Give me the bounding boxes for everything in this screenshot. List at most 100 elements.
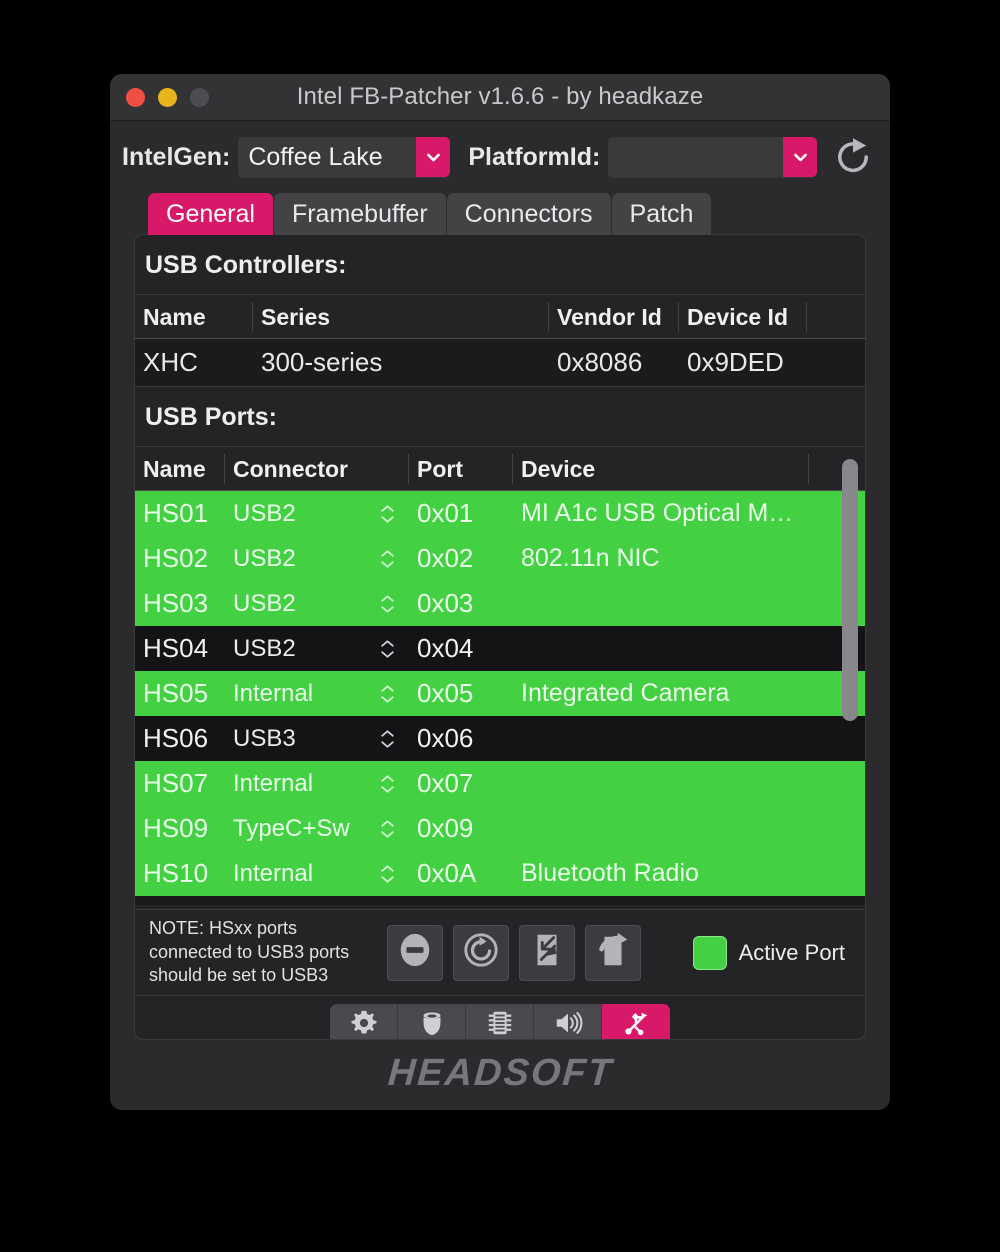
table-row[interactable]: HS09 TypeC+Sw 0x09 [135, 806, 865, 851]
table-row[interactable]: HS02 USB2 0x02 802.11n NIC [135, 536, 865, 581]
connector-stepper[interactable] [380, 774, 395, 794]
port-connector: USB2 [233, 544, 296, 572]
port-connector: USB2 [233, 634, 296, 662]
minus-circle-icon [396, 931, 434, 974]
column-header-device[interactable]: Device [513, 453, 809, 484]
ports-scrollbar[interactable] [839, 451, 861, 857]
connector-stepper[interactable] [380, 549, 395, 569]
ports-scrollbar-thumb[interactable] [842, 459, 858, 721]
column-header-name[interactable]: Name [135, 301, 253, 332]
active-port-legend: Active Port [692, 935, 845, 970]
column-header-spacer [807, 302, 865, 332]
usb-tab[interactable] [602, 1003, 670, 1039]
port-connector: USB2 [233, 499, 296, 527]
port-connector-cell[interactable]: USB3 [225, 725, 409, 753]
port-name: HS10 [143, 858, 209, 888]
table-row[interactable]: HS04 USB2 0x04 [135, 626, 865, 671]
import-button[interactable] [519, 924, 575, 981]
column-header-name[interactable]: Name [135, 453, 225, 484]
port-connector-cell[interactable]: Internal [225, 680, 409, 708]
connector-stepper[interactable] [380, 864, 395, 884]
table-row[interactable]: XHC 300-series 0x8086 0x9DED [135, 339, 865, 387]
port-address: 0x0A [417, 858, 477, 888]
port-connector-cell[interactable]: USB2 [225, 500, 409, 528]
export-button[interactable] [585, 924, 641, 981]
module-toolbar [135, 995, 865, 1039]
usb-icon [621, 1008, 651, 1039]
tab-patch[interactable]: Patch [611, 193, 712, 235]
port-name: HS04 [143, 633, 209, 663]
table-row[interactable]: HS07 Internal 0x07 [135, 761, 865, 806]
port-connector-cell[interactable]: USB2 [225, 635, 409, 663]
action-button-group [387, 924, 641, 981]
column-header-series[interactable]: Series [253, 301, 549, 332]
port-connector-cell[interactable]: USB2 [225, 590, 409, 618]
document-export-icon [594, 931, 632, 974]
usb-controllers-heading: USB Controllers: [135, 235, 865, 295]
port-address: 0x04 [417, 633, 474, 663]
usb-ports-header-row: Name Connector Port Device [135, 447, 865, 491]
intelgen-value[interactable]: Coffee Lake [238, 137, 417, 177]
port-connector-cell[interactable]: Internal [225, 860, 409, 888]
port-connector-cell[interactable]: Internal [225, 770, 409, 798]
window-title: Intel FB-Patcher v1.6.6 - by headkaze [296, 83, 704, 110]
port-device: Integrated Camera [521, 679, 730, 707]
column-header-device-id[interactable]: Device Id [679, 301, 807, 332]
package-tab[interactable] [398, 1003, 466, 1039]
platformid-value[interactable] [608, 137, 784, 177]
port-device: MI A1c USB Optical M… [521, 499, 794, 527]
port-connector: Internal [233, 859, 314, 887]
chevron-down-icon[interactable] [783, 137, 818, 177]
app-window: Intel FB-Patcher v1.6.6 - by headkaze In… [110, 74, 890, 1110]
connector-stepper[interactable] [380, 684, 395, 704]
column-header-vendor-id[interactable]: Vendor Id [549, 301, 679, 332]
refresh-icon[interactable] [831, 135, 875, 179]
memory-tab[interactable] [466, 1003, 534, 1039]
active-port-label: Active Port [738, 939, 845, 965]
chevron-down-icon[interactable] [416, 137, 451, 177]
port-connector-cell[interactable]: TypeC+Sw [225, 815, 409, 843]
intelgen-dropdown[interactable]: Coffee Lake [238, 137, 451, 177]
port-device: 802.11n NIC [521, 544, 660, 572]
usb-controllers-header-row: Name Series Vendor Id Device Id [135, 295, 865, 339]
chip-icon [485, 1008, 515, 1039]
table-row[interactable]: HS01 USB2 0x01 MI A1c USB Optical M… [135, 491, 865, 536]
connector-stepper[interactable] [380, 639, 395, 659]
document-import-icon [528, 931, 566, 974]
tab-connectors[interactable]: Connectors [446, 193, 612, 235]
port-name: HS03 [143, 588, 209, 618]
table-row[interactable]: HS03 USB2 0x03 [135, 581, 865, 626]
usb-ports-table: Name Connector Port Device HS01 USB2 0x01 M… [135, 447, 865, 905]
port-connector: USB3 [233, 724, 296, 752]
connector-stepper[interactable] [380, 729, 395, 749]
ports-note: NOTE: HSxx ports connected to USB3 ports… [149, 917, 350, 986]
disable-port-button[interactable] [387, 924, 443, 981]
connector-stepper[interactable] [380, 504, 395, 524]
table-row[interactable]: HS05 Internal 0x05 Integrated Camera [135, 671, 865, 716]
table-row[interactable]: HS06 USB3 0x06 [135, 716, 865, 761]
port-connector: Internal [233, 679, 314, 707]
reset-ports-button[interactable] [453, 924, 509, 981]
port-connector: Internal [233, 769, 314, 797]
audio-tab[interactable] [534, 1003, 602, 1039]
active-port-swatch [692, 935, 727, 970]
port-connector-cell[interactable]: USB2 [225, 545, 409, 573]
usb-ports-heading: USB Ports: [135, 387, 865, 447]
table-row[interactable]: HS10 Internal 0x0A Bluetooth Radio [135, 851, 865, 896]
tab-framebuffer[interactable]: Framebuffer [273, 193, 447, 235]
controller-series: 300-series [261, 347, 383, 377]
tab-general[interactable]: General [148, 193, 274, 235]
port-device: Bluetooth Radio [521, 859, 699, 887]
refresh-circle-icon [462, 931, 500, 974]
column-header-port[interactable]: Port [409, 453, 513, 484]
tab-bar: General Framebuffer Connectors Patch [148, 193, 852, 235]
port-name: HS06 [143, 723, 209, 753]
column-header-connector[interactable]: Connector [225, 453, 409, 484]
platformid-dropdown[interactable] [608, 137, 818, 177]
usb-ports-rows: HS01 USB2 0x01 MI A1c USB Optical M… HS02 USB… [135, 491, 865, 905]
connector-stepper[interactable] [380, 819, 395, 839]
settings-tab[interactable] [330, 1003, 398, 1039]
speaker-icon [553, 1008, 583, 1039]
port-address: 0x07 [417, 768, 474, 798]
connector-stepper[interactable] [380, 594, 395, 614]
